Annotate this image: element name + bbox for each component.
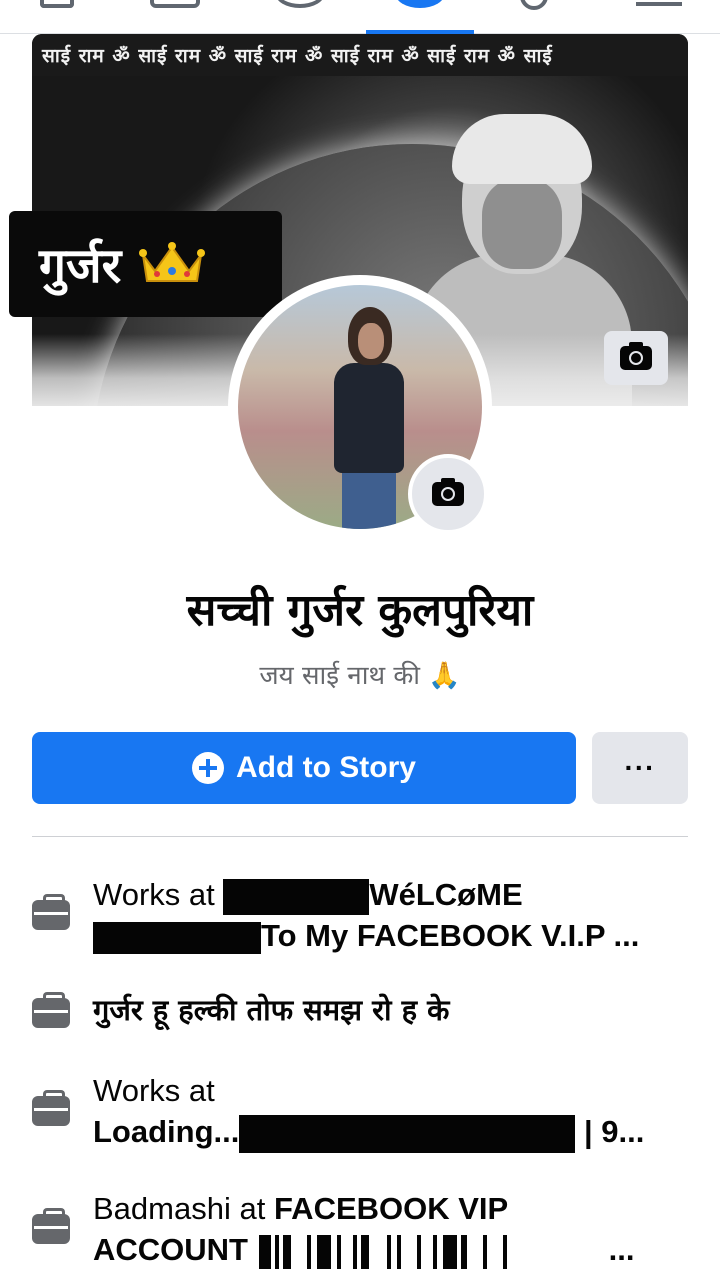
info-bold: Loading... [93,1114,240,1149]
top-nav-bar [0,0,720,34]
camera-icon [432,478,464,506]
name-tag-overlay: गुर्जर [9,211,282,317]
profile-name: सच्ची गुर्जर कुलपुरिया [186,585,534,636]
more-options-label: ··· [624,752,656,783]
add-to-story-button[interactable]: Add to Story [32,732,576,804]
info-text: Works at WéLCøME To My FACEBOOK V.I.P ..… [93,874,653,956]
info-bold: ... [608,1232,635,1267]
cover-banner-text: साई राम ॐ साई राम ॐ साई राम ॐ साई राम ॐ … [32,34,688,76]
profile-bio: जय साई नाथ की 🙏 [259,661,461,691]
info-bold: To My FACEBOOK V.I.P ... [261,918,640,953]
briefcase-icon [32,1090,70,1126]
info-text: Works at Loading... | 9... [93,1070,653,1153]
crown-icon [139,242,206,282]
briefcase-icon [32,894,70,930]
redacted-block [93,921,261,954]
barcode-graphic [258,1234,507,1269]
camera-icon [620,342,652,370]
plus-circle-icon [192,752,224,784]
watch-icon[interactable] [150,0,200,8]
notifications-icon[interactable] [520,0,548,10]
info-text: Badmashi at FACEBOOK VIP ACCOUNT ... [93,1188,653,1270]
profile-tab-icon[interactable] [395,0,445,8]
edit-cover-camera-button[interactable] [604,331,668,385]
briefcase-icon [32,992,70,1028]
info-item-work-3[interactable]: Badmashi at FACEBOOK VIP ACCOUNT ... [32,1188,688,1272]
more-options-button[interactable]: ··· [592,732,688,804]
redacted-block [223,878,370,915]
info-prefix: Works at [93,1073,215,1108]
info-prefix: Works at [93,877,215,912]
edit-profile-picture-button[interactable] [408,454,488,534]
info-bold: ACCOUNT [93,1232,248,1267]
info-text: गुर्जर हू हल्की तोफ समझ रो ह के [93,993,450,1027]
info-item-work-1[interactable]: Works at WéLCøME To My FACEBOOK V.I.P ..… [32,874,688,958]
info-prefix: Badmashi at [93,1191,266,1226]
menu-icon[interactable] [636,2,682,6]
briefcase-icon [32,1208,70,1244]
home-icon[interactable] [40,0,74,8]
groups-icon[interactable] [275,0,325,8]
divider [32,836,688,837]
info-bold: WéLCøME [369,877,523,912]
info-item-quote[interactable]: गुर्जर हू हल्की तोफ समझ रो ह के [32,990,688,1034]
info-bold: | 9... [584,1114,645,1149]
info-item-work-2[interactable]: Works at Loading... | 9... [32,1070,688,1154]
info-bold: FACEBOOK VIP [273,1191,509,1226]
name-tag-text: गुर्जर [39,237,122,294]
add-to-story-label: Add to Story [236,751,416,784]
loading-bar [239,1114,576,1153]
